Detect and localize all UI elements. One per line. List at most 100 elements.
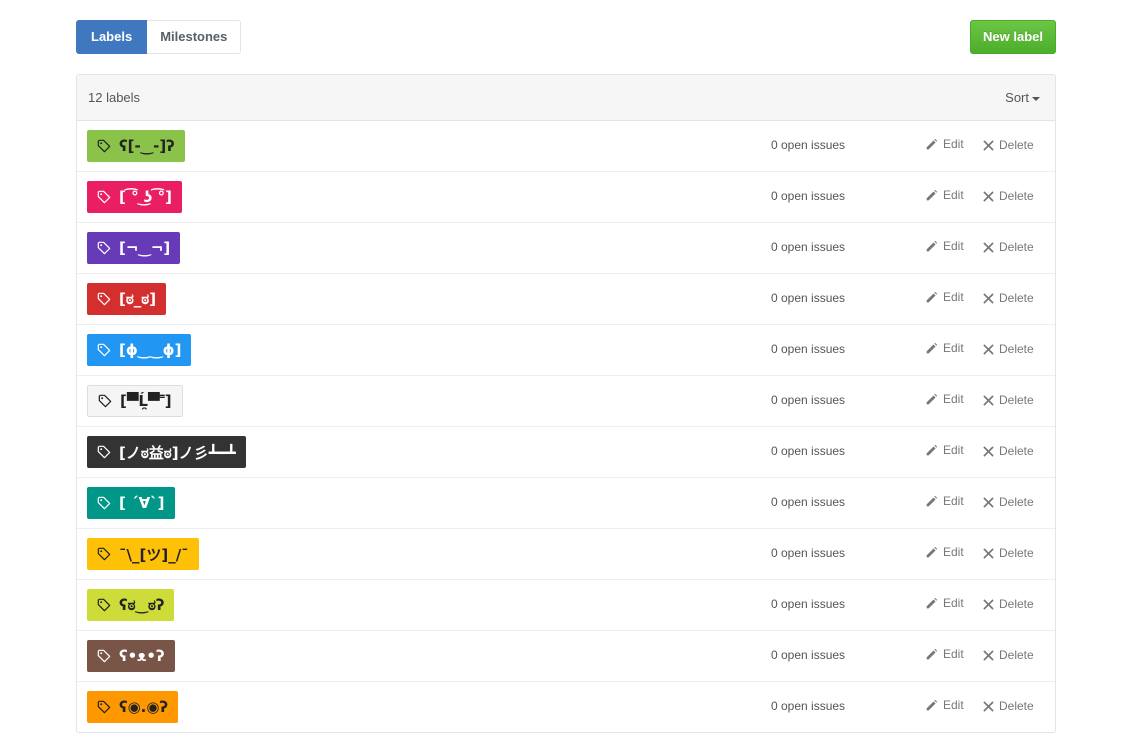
labels-table: 12 labels Sort ʕ[-‿-]ʔ 0 open issues Edi… (76, 74, 1056, 733)
pencil-icon (926, 189, 938, 200)
open-issues-link[interactable]: 0 open issues (771, 138, 845, 152)
delete-button[interactable]: Delete (983, 648, 1034, 662)
delete-button[interactable]: Delete (983, 138, 1034, 152)
edit-button[interactable]: Edit (925, 443, 964, 457)
delete-label: Delete (999, 495, 1034, 509)
label-chip[interactable]: [ノಠ益ಠ]ノ彡┻━┻ (87, 436, 246, 468)
label-row: [ಠ_ಠ] 0 open issues Edit Delete (77, 274, 1055, 325)
tag-icon (97, 139, 111, 153)
pencil-icon (926, 291, 938, 302)
delete-button[interactable]: Delete (983, 699, 1034, 713)
label-name: [ノಠ益ಠ]ノ彡┻━┻ (119, 443, 236, 462)
label-chip[interactable]: ʕಠ‿ಠʔ (87, 589, 175, 621)
pencil-icon (926, 546, 938, 557)
label-chip[interactable]: [▀̿Ĺ̯▀̿ ̿] (87, 385, 183, 417)
edit-label: Edit (943, 137, 964, 151)
close-icon (983, 548, 994, 558)
edit-button[interactable]: Edit (925, 647, 964, 661)
edit-label: Edit (943, 545, 964, 559)
delete-button[interactable]: Delete (983, 291, 1034, 305)
open-issues-link[interactable]: 0 open issues (771, 597, 845, 611)
delete-label: Delete (999, 240, 1034, 254)
delete-button[interactable]: Delete (983, 393, 1034, 407)
tab-labels[interactable]: Labels (76, 20, 148, 54)
close-icon (983, 191, 994, 201)
label-chip[interactable]: ʕ[-‿-]ʔ (87, 130, 185, 162)
edit-button[interactable]: Edit (925, 341, 964, 355)
label-chip[interactable]: ʕ•ᴥ•ʔ (87, 640, 175, 672)
delete-button[interactable]: Delete (983, 597, 1034, 611)
tag-icon (98, 394, 112, 408)
edit-label: Edit (943, 341, 964, 355)
close-icon (983, 446, 994, 456)
open-issues-link[interactable]: 0 open issues (771, 240, 845, 254)
open-issues-link[interactable]: 0 open issues (771, 699, 845, 713)
label-row: ¯\_[ツ]_/¯ 0 open issues Edit Delete (77, 529, 1055, 580)
pencil-icon (926, 495, 938, 506)
topbar: Labels Milestones New label (76, 20, 1056, 54)
open-issues-link[interactable]: 0 open issues (771, 546, 845, 560)
pencil-icon (926, 648, 938, 659)
label-name: [▀̿Ĺ̯▀̿ ̿] (120, 392, 172, 410)
tag-icon (97, 241, 111, 255)
edit-button[interactable]: Edit (925, 239, 964, 253)
edit-button[interactable]: Edit (925, 188, 964, 202)
delete-button[interactable]: Delete (983, 240, 1034, 254)
delete-button[interactable]: Delete (983, 495, 1034, 509)
edit-button[interactable]: Edit (925, 137, 964, 151)
open-issues-link[interactable]: 0 open issues (771, 444, 845, 458)
delete-label: Delete (999, 699, 1034, 713)
close-icon (983, 344, 994, 354)
close-icon (983, 395, 994, 405)
new-label-button[interactable]: New label (970, 20, 1056, 54)
label-row: [ノಠ益ಠ]ノ彡┻━┻ 0 open issues Edit Delete (77, 427, 1055, 478)
close-icon (983, 242, 994, 252)
close-icon (983, 293, 994, 303)
delete-label: Delete (999, 648, 1034, 662)
sort-dropdown[interactable]: Sort (1005, 90, 1040, 105)
edit-button[interactable]: Edit (925, 290, 964, 304)
edit-button[interactable]: Edit (925, 494, 964, 508)
delete-button[interactable]: Delete (983, 444, 1034, 458)
edit-label: Edit (943, 392, 964, 406)
delete-button[interactable]: Delete (983, 546, 1034, 560)
label-chip[interactable]: [ ͡° ͜ʖ ͡°] (87, 181, 182, 213)
label-row: ʕ•ᴥ•ʔ 0 open issues Edit Delete (77, 631, 1055, 682)
edit-button[interactable]: Edit (925, 698, 964, 712)
open-issues-link[interactable]: 0 open issues (771, 495, 845, 509)
label-name: [ಠ_ಠ] (119, 290, 157, 308)
edit-label: Edit (943, 239, 964, 253)
open-issues-link[interactable]: 0 open issues (771, 648, 845, 662)
open-issues-link[interactable]: 0 open issues (771, 291, 845, 305)
pencil-icon (926, 138, 938, 149)
sort-label: Sort (1005, 90, 1029, 105)
table-header: 12 labels Sort (77, 75, 1055, 121)
delete-button[interactable]: Delete (983, 189, 1034, 203)
delete-label: Delete (999, 597, 1034, 611)
delete-button[interactable]: Delete (983, 342, 1034, 356)
label-count: 12 labels (88, 90, 141, 105)
label-chip[interactable]: ʕ◉.◉ʔ (87, 691, 179, 723)
label-name: [ ´∀`] (119, 494, 165, 512)
close-icon (983, 701, 994, 711)
label-row: ʕಠ‿ಠʔ 0 open issues Edit Delete (77, 580, 1055, 631)
tag-icon (97, 292, 111, 306)
tag-icon (97, 649, 111, 663)
label-chip[interactable]: [¬‿¬] (87, 232, 181, 264)
label-chip[interactable]: [ɸ‿‿ɸ] (87, 334, 192, 366)
open-issues-link[interactable]: 0 open issues (771, 393, 845, 407)
edit-button[interactable]: Edit (925, 545, 964, 559)
open-issues-link[interactable]: 0 open issues (771, 342, 845, 356)
edit-button[interactable]: Edit (925, 596, 964, 610)
open-issues-link[interactable]: 0 open issues (771, 189, 845, 203)
label-row: [ɸ‿‿ɸ] 0 open issues Edit Delete (77, 325, 1055, 376)
label-chip[interactable]: [ಠ_ಠ] (87, 283, 167, 315)
delete-label: Delete (999, 342, 1034, 356)
label-chip[interactable]: ¯\_[ツ]_/¯ (87, 538, 199, 570)
label-row: [ ͡° ͜ʖ ͡°] 0 open issues Edit Delete (77, 172, 1055, 223)
pencil-icon (926, 342, 938, 353)
tab-milestones[interactable]: Milestones (147, 20, 242, 54)
label-chip[interactable]: [ ´∀`] (87, 487, 175, 519)
delete-label: Delete (999, 444, 1034, 458)
edit-button[interactable]: Edit (925, 392, 964, 406)
